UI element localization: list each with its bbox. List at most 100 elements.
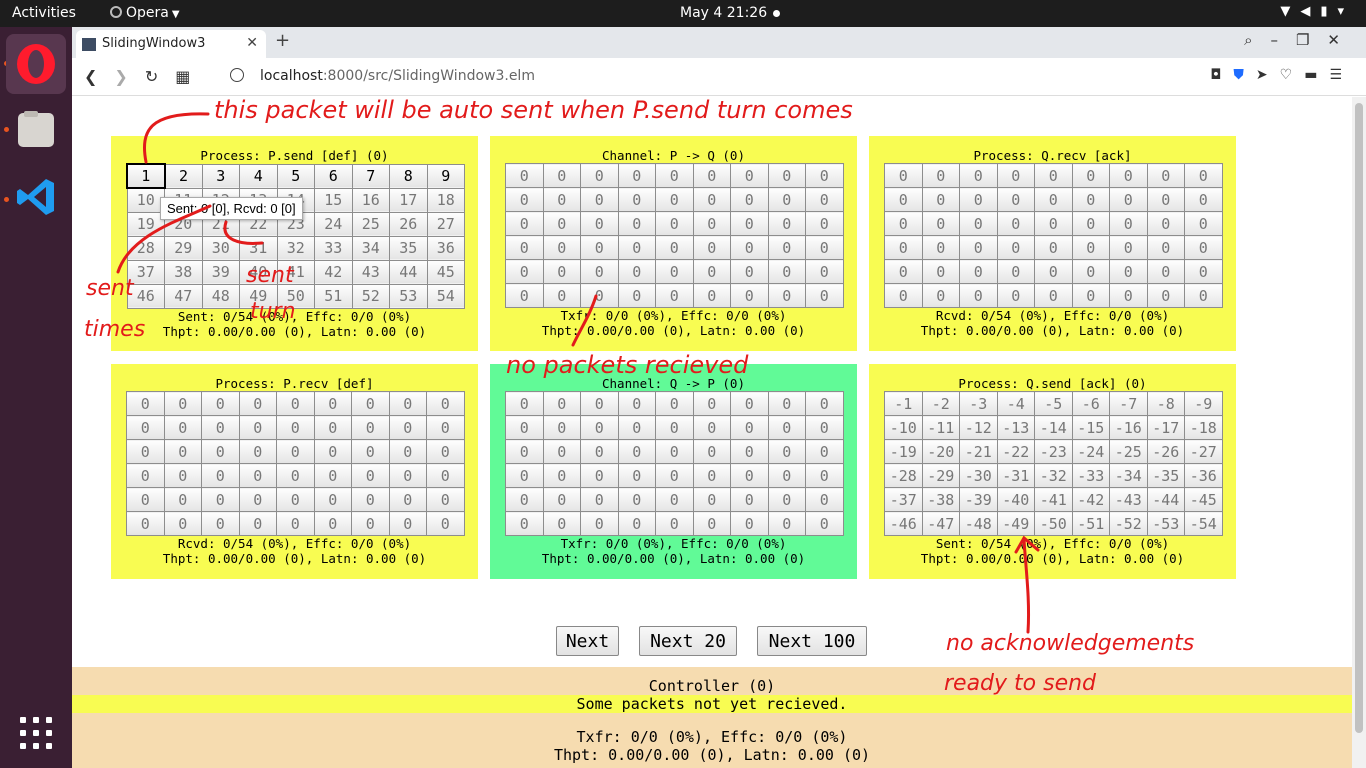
packet-cell[interactable]: 0 [1184,211,1223,236]
packet-cell[interactable]: 36 [426,235,465,261]
packet-cell[interactable]: 0 [959,163,998,188]
packet-cell[interactable]: 0 [542,259,581,284]
minimize-icon[interactable]: – [1270,31,1296,49]
packet-cell[interactable]: 0 [1184,283,1223,308]
packet-cell[interactable]: 0 [580,463,619,488]
packet-cell[interactable]: 0 [163,439,202,464]
packet-cell[interactable]: 37 [126,259,165,285]
packet-cell[interactable]: 0 [201,487,240,512]
packet-cell[interactable]: 0 [655,187,694,212]
packet-cell[interactable]: 41 [276,259,315,285]
packet-cell[interactable]: 0 [388,439,427,464]
packet-cell[interactable]: -25 [1109,439,1148,464]
packet-cell[interactable]: 3 [201,163,240,189]
packet-cell[interactable]: 0 [1109,235,1148,260]
activities-button[interactable]: Activities [12,5,76,21]
packet-cell[interactable]: 5 [276,163,315,189]
packet-cell[interactable]: 0 [1034,235,1073,260]
packet-cell[interactable]: 0 [388,415,427,440]
back-icon[interactable]: ❮ [84,67,114,86]
packet-cell[interactable]: 0 [655,511,694,536]
packet-cell[interactable]: -41 [1034,487,1073,512]
packet-cell[interactable]: 0 [426,391,465,416]
packet-cell[interactable]: 0 [313,463,352,488]
packet-cell[interactable]: 0 [1071,163,1110,188]
packet-cell[interactable]: 0 [313,391,352,416]
packet-cell[interactable]: 0 [313,415,352,440]
packet-cell[interactable]: 0 [805,259,844,284]
packet-cell[interactable]: 0 [201,391,240,416]
maximize-icon[interactable]: ❐ [1296,31,1327,49]
packet-cell[interactable]: 0 [238,391,277,416]
site-info-icon[interactable] [230,68,244,82]
packet-cell[interactable]: 0 [655,259,694,284]
packet-cell[interactable]: -43 [1109,487,1148,512]
packet-cell[interactable]: 0 [426,511,465,536]
packet-cell[interactable]: -51 [1071,511,1110,536]
packet-cell[interactable]: 0 [1109,187,1148,212]
packet-cell[interactable]: 0 [238,463,277,488]
packet-cell[interactable]: 0 [767,439,806,464]
packet-cell[interactable]: 0 [580,163,619,188]
packet-cell[interactable]: 0 [617,163,656,188]
packet-cell[interactable]: -48 [959,511,998,536]
packet-cell[interactable]: 0 [1034,259,1073,284]
packet-cell[interactable]: 0 [351,511,390,536]
packet-cell[interactable]: 0 [1109,163,1148,188]
packet-cell[interactable]: 0 [1071,235,1110,260]
packet-cell[interactable]: 0 [388,511,427,536]
packet-cell[interactable]: 0 [884,235,923,260]
packet-cell[interactable]: 0 [426,463,465,488]
packet-cell[interactable]: 0 [505,487,544,512]
packet-cell[interactable]: 0 [692,235,731,260]
packet-cell[interactable]: -47 [921,511,960,536]
packet-cell[interactable]: 0 [238,487,277,512]
packet-cell[interactable]: 0 [655,487,694,512]
packet-cell[interactable]: 0 [692,259,731,284]
packet-cell[interactable]: 0 [1184,235,1223,260]
packet-cell[interactable]: 0 [1109,259,1148,284]
packet-cell[interactable]: 0 [730,391,769,416]
packet-cell[interactable]: 0 [767,511,806,536]
packet-cell[interactable]: 0 [542,283,581,308]
packet-cell[interactable]: 0 [126,463,165,488]
packet-cell[interactable]: -9 [1184,391,1223,416]
packet-cell[interactable]: 9 [426,163,465,189]
packet-cell[interactable]: 0 [505,211,544,236]
forward-icon[interactable]: ❯ [114,67,144,86]
packet-cell[interactable]: 44 [389,259,428,285]
next-100-button[interactable]: Next 100 [757,626,867,656]
packet-cell[interactable]: -36 [1184,463,1223,488]
packet-cell[interactable]: 18 [426,187,465,213]
packet-cell[interactable]: 0 [692,211,731,236]
packet-cell[interactable]: 0 [692,415,731,440]
packet-cell[interactable]: 0 [542,439,581,464]
packet-cell[interactable]: 0 [884,211,923,236]
packet-cell[interactable]: 0 [505,163,544,188]
packet-cell[interactable]: 0 [996,259,1035,284]
packet-cell[interactable]: 0 [959,283,998,308]
packet-cell[interactable]: 0 [313,511,352,536]
app-menu[interactable]: Opera ▼ [110,5,180,21]
packet-cell[interactable]: 0 [730,415,769,440]
packet-cell[interactable]: -50 [1034,511,1073,536]
packet-cell[interactable]: 0 [580,235,619,260]
packet-cell[interactable]: -2 [921,391,960,416]
packet-cell[interactable]: 0 [505,187,544,212]
packet-cell[interactable]: 52 [351,283,390,309]
packet-cell[interactable]: 47 [164,283,203,309]
packet-cell[interactable]: 0 [767,187,806,212]
packet-cell[interactable]: -6 [1071,391,1110,416]
packet-cell[interactable]: 0 [617,283,656,308]
packet-cell[interactable]: 53 [389,283,428,309]
packet-cell[interactable]: -40 [996,487,1035,512]
packet-cell[interactable]: -44 [1146,487,1185,512]
packet-cell[interactable]: -23 [1034,439,1073,464]
packet-cell[interactable]: 0 [276,391,315,416]
packet-cell[interactable]: 16 [351,187,390,213]
camera-icon[interactable]: ◘ [1210,67,1233,83]
packet-cell[interactable]: 0 [542,187,581,212]
packet-cell[interactable]: -10 [884,415,923,440]
packet-cell[interactable]: 0 [617,235,656,260]
packet-cell[interactable]: 0 [1146,211,1185,236]
